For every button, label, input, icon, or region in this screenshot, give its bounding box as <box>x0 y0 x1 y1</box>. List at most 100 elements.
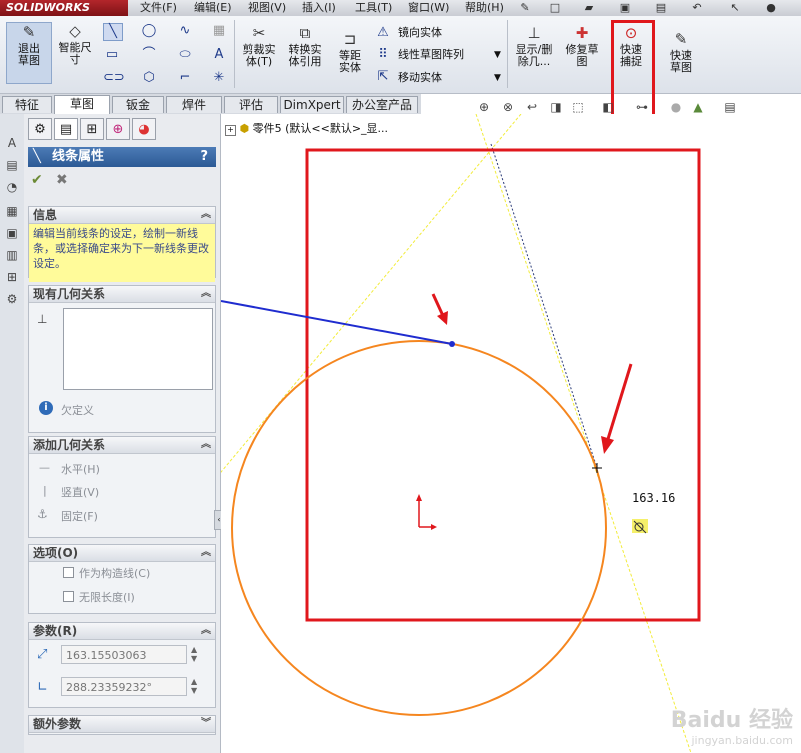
appearance-icon[interactable]: ● <box>668 99 684 115</box>
slot-tool-icon[interactable]: ⊂⊃ <box>103 70 125 86</box>
length-input[interactable]: 163.15503063 <box>61 645 187 664</box>
menu-file[interactable]: 文件(F) <box>140 0 177 16</box>
spline-tool-icon[interactable]: ∿ <box>176 23 194 39</box>
sensor-icon[interactable]: ⊞ <box>3 268 21 286</box>
add-relations-header[interactable]: 添加几何关系 ︽ <box>29 437 215 454</box>
property-manager-tab-icon[interactable]: ▤ <box>54 118 78 140</box>
length-spinner-icon[interactable]: ▲ ▼ <box>191 645 197 663</box>
new-document-icon[interactable]: □ <box>548 1 562 15</box>
menu-help[interactable]: 帮助(H) <box>465 0 504 16</box>
sketch-line[interactable] <box>221 300 453 345</box>
rapid-sketch-button[interactable]: ✎ 快速草图 <box>662 30 700 74</box>
help-icon[interactable]: ? <box>200 147 208 167</box>
arc-tool-icon[interactable]: ⌒ <box>140 47 158 63</box>
tab-dimxpert[interactable]: DimXpert <box>280 96 344 113</box>
scene-icon[interactable]: ▲ <box>690 99 706 115</box>
section-view-icon[interactable]: ◨ <box>548 99 564 115</box>
relations-list[interactable] <box>63 308 213 390</box>
collapse-chevron-icon[interactable]: ︽ <box>201 437 211 453</box>
tab-sketch[interactable]: 草图 <box>54 95 110 114</box>
tab-weldments[interactable]: 焊件 <box>166 96 222 113</box>
rebuild-icon[interactable]: ● <box>764 1 778 15</box>
cancel-x-icon[interactable]: ✖ <box>56 172 68 188</box>
menu-view[interactable]: 视图(V) <box>248 0 286 16</box>
zoom-area-icon[interactable]: ⊗ <box>500 99 516 115</box>
hide-show-icon[interactable]: ⊶ <box>634 99 650 115</box>
expand-chevron-icon[interactable]: ︾ <box>201 716 211 732</box>
zoom-to-fit-icon[interactable]: ⊕ <box>476 99 492 115</box>
repair-sketch-button[interactable]: ✚ 修复草图 <box>562 24 602 68</box>
line-tool-icon[interactable]: ╲ <box>103 23 123 41</box>
tab-evaluate[interactable]: 评估 <box>224 96 278 113</box>
save-icon[interactable]: ▣ <box>618 1 632 15</box>
select-pointer-icon[interactable]: ↖ <box>728 1 742 15</box>
dimxpert-tab-icon[interactable]: ⊕ <box>106 118 130 140</box>
fix-relation[interactable]: 固定(F) <box>61 508 98 524</box>
vertical-relation[interactable]: 竖直(V) <box>61 484 99 500</box>
print-icon[interactable]: ▤ <box>654 1 668 15</box>
display-delete-relations-button[interactable]: ⊥ 显示/删除几... <box>512 24 556 68</box>
graphics-area[interactable]: + ⬢ 零件5 (默认<<默认>_显... 163.16 Baidu 经验 ji… <box>221 114 801 753</box>
exit-sketch-button[interactable]: ✎ 退出草图 <box>6 22 52 84</box>
tab-features[interactable]: 特征 <box>2 96 52 113</box>
undo-icon[interactable]: ↶ <box>690 1 704 15</box>
linear-pattern-icon[interactable]: ⠿ <box>374 47 392 63</box>
sketch-canvas[interactable]: 163.16 <box>221 114 801 753</box>
parameters-header[interactable]: 参数(R) ︽ <box>29 623 215 640</box>
collapse-chevron-icon[interactable]: ︽ <box>201 623 211 639</box>
point-tool-icon[interactable]: ✳ <box>210 70 228 86</box>
sketch-circle[interactable] <box>231 340 607 716</box>
previous-view-icon[interactable]: ↩ <box>524 99 540 115</box>
menu-tools[interactable]: 工具(T) <box>355 0 392 16</box>
horizontal-relation[interactable]: 水平(H) <box>61 461 100 477</box>
text-tool-icon[interactable]: A <box>210 47 228 63</box>
circle-tool-icon[interactable]: ◯ <box>140 23 158 39</box>
extra-parameters-header[interactable]: 额外参数 ︾ <box>29 716 215 733</box>
trim-entities-button[interactable]: ✂ 剪裁实体(T) <box>238 24 280 68</box>
move-dropdown-icon[interactable]: ▼ <box>494 71 501 85</box>
layer-icon[interactable]: ▣ <box>3 224 21 242</box>
display-manager-icon[interactable]: ▦ <box>3 202 21 220</box>
configuration-tab-icon[interactable]: ⊞ <box>80 118 104 140</box>
linear-pattern-label[interactable]: 线性草图阵列 <box>398 48 464 62</box>
infinite-length-checkbox[interactable] <box>63 591 74 602</box>
config-icon[interactable]: ◔ <box>3 178 21 196</box>
angle-input[interactable]: 288.23359232° <box>61 677 187 696</box>
view-settings-icon[interactable]: ▤ <box>722 99 738 115</box>
line-endpoint[interactable] <box>449 341 455 347</box>
pin-icon[interactable]: ✎ <box>518 1 532 15</box>
rectangle-tool-icon[interactable]: ▭ <box>103 47 121 63</box>
pattern-dropdown-icon[interactable]: ▼ <box>494 48 501 62</box>
property-icon[interactable]: ▤ <box>3 156 21 174</box>
fillet-tool-icon[interactable]: ⌐ <box>176 70 194 86</box>
construction-checkbox[interactable] <box>63 567 74 578</box>
plane-tool-icon[interactable]: ▦ <box>210 23 228 39</box>
collapse-chevron-icon[interactable]: ︽ <box>201 286 211 302</box>
smart-dimension-button[interactable]: ◇ 智能尺寸 <box>55 22 95 66</box>
collapse-chevron-icon[interactable]: ︽ <box>201 207 211 223</box>
existing-relations-header[interactable]: 现有几何关系 ︽ <box>29 286 215 303</box>
move-entities-label[interactable]: 移动实体 <box>398 71 442 85</box>
ellipse-tool-icon[interactable]: ⬭ <box>176 47 194 63</box>
custom-properties-icon[interactable]: ⚙ <box>3 290 21 308</box>
feature-manager-icon[interactable]: A <box>3 134 21 152</box>
tab-office-products[interactable]: 办公室产品 <box>346 96 418 113</box>
angle-spinner-icon[interactable]: ▲ ▼ <box>191 677 197 695</box>
feature-tree-tab-icon[interactable]: ⚙ <box>28 118 52 140</box>
info-group-header[interactable]: 信息 ︽ <box>29 207 215 224</box>
display-tab-icon[interactable]: ◕ <box>132 118 156 140</box>
menu-window[interactable]: 窗口(W) <box>408 0 449 16</box>
move-entities-icon[interactable]: ⇱ <box>374 69 392 85</box>
file-explorer-icon[interactable]: ▥ <box>3 246 21 264</box>
convert-entities-button[interactable]: ⧉ 转换实体引用 <box>284 24 326 68</box>
menu-insert[interactable]: 插入(I) <box>302 0 336 16</box>
display-style-icon[interactable]: ◧ <box>600 99 616 115</box>
ok-check-icon[interactable]: ✔ <box>31 172 43 188</box>
offset-entities-button[interactable]: ⊐ 等距实体 <box>330 30 370 74</box>
mirror-entities-label[interactable]: 镜向实体 <box>398 26 442 40</box>
menu-edit[interactable]: 编辑(E) <box>194 0 232 16</box>
tab-sheet-metal[interactable]: 钣金 <box>112 96 164 113</box>
options-header[interactable]: 选项(O) ︽ <box>29 545 215 562</box>
mirror-icon[interactable]: ⚠ <box>374 25 392 41</box>
open-folder-icon[interactable]: ▰ <box>582 1 596 15</box>
